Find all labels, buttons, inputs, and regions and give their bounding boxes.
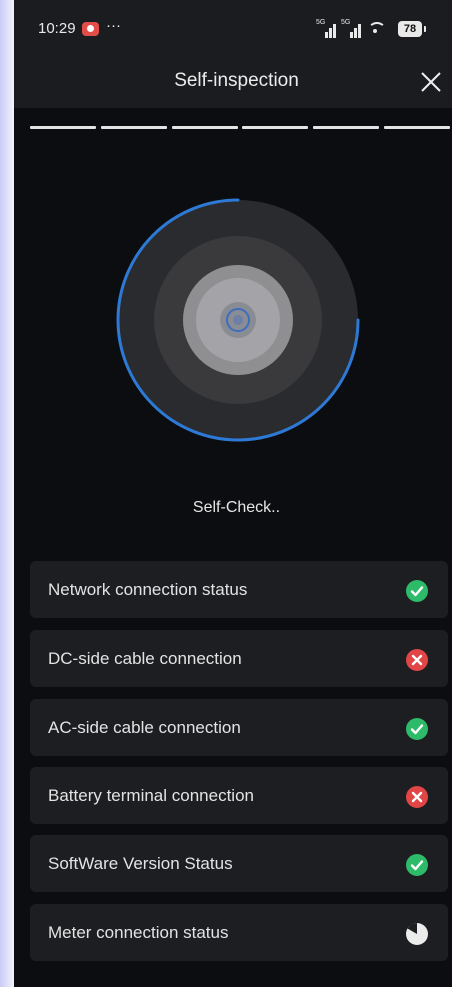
check-item-label: DC-side cable connection — [48, 649, 242, 668]
phone-screen: 10:29 ··· 5G 5G 78 Self-inspection Self-… — [14, 0, 452, 987]
check-item-dc-cable: DC-side cable connection — [30, 630, 448, 687]
progress-segment — [100, 126, 167, 129]
progress-segment — [384, 126, 450, 129]
notification-app-icon — [82, 22, 99, 36]
progress-segment — [30, 126, 96, 129]
signal-2-icon: 5G — [341, 19, 363, 38]
check-item-label: Meter connection status — [48, 923, 229, 942]
wifi-icon — [368, 22, 386, 38]
check-circle-icon — [406, 580, 428, 602]
close-button[interactable] — [420, 71, 442, 93]
more-notifications-icon: ··· — [106, 17, 121, 34]
loading-pie-icon — [406, 923, 428, 945]
check-circle-icon — [406, 854, 428, 876]
status-time: 10:29 — [38, 20, 76, 37]
self-check-status-text: Self-Check.. — [192, 499, 281, 516]
signal-2-network-label: 5G — [341, 19, 351, 26]
signal-1-icon: 5G — [316, 19, 338, 38]
self-check-gauge — [116, 198, 360, 442]
top-bar: 10:29 ··· 5G 5G 78 Self-inspection — [14, 0, 452, 108]
progress-segment — [313, 126, 380, 129]
battery-icon: 78 — [398, 21, 426, 37]
check-item-label: Network connection status — [48, 580, 248, 599]
progress-segment — [242, 126, 309, 129]
check-item-meter: Meter connection status — [30, 904, 448, 961]
x-circle-icon — [406, 649, 428, 671]
x-circle-icon — [406, 786, 428, 808]
check-item-network: Network connection status — [30, 561, 448, 618]
check-circle-icon — [406, 718, 428, 740]
step-progress-bar — [30, 126, 450, 129]
progress-segment — [171, 126, 238, 129]
check-item-label: AC-side cable connection — [48, 718, 241, 737]
close-icon — [421, 72, 441, 92]
check-item-ac-cable: AC-side cable connection — [30, 699, 448, 756]
signal-1-network-label: 5G — [316, 19, 326, 26]
status-bar: 10:29 ··· 5G 5G 78 — [14, 0, 452, 60]
check-item-label: SoftWare Version Status — [48, 854, 233, 873]
check-item-software-version: SoftWare Version Status — [30, 835, 448, 892]
check-item-label: Battery terminal connection — [48, 786, 254, 805]
check-item-battery-terminal: Battery terminal connection — [30, 767, 448, 824]
page-title: Self-inspection — [174, 70, 299, 91]
